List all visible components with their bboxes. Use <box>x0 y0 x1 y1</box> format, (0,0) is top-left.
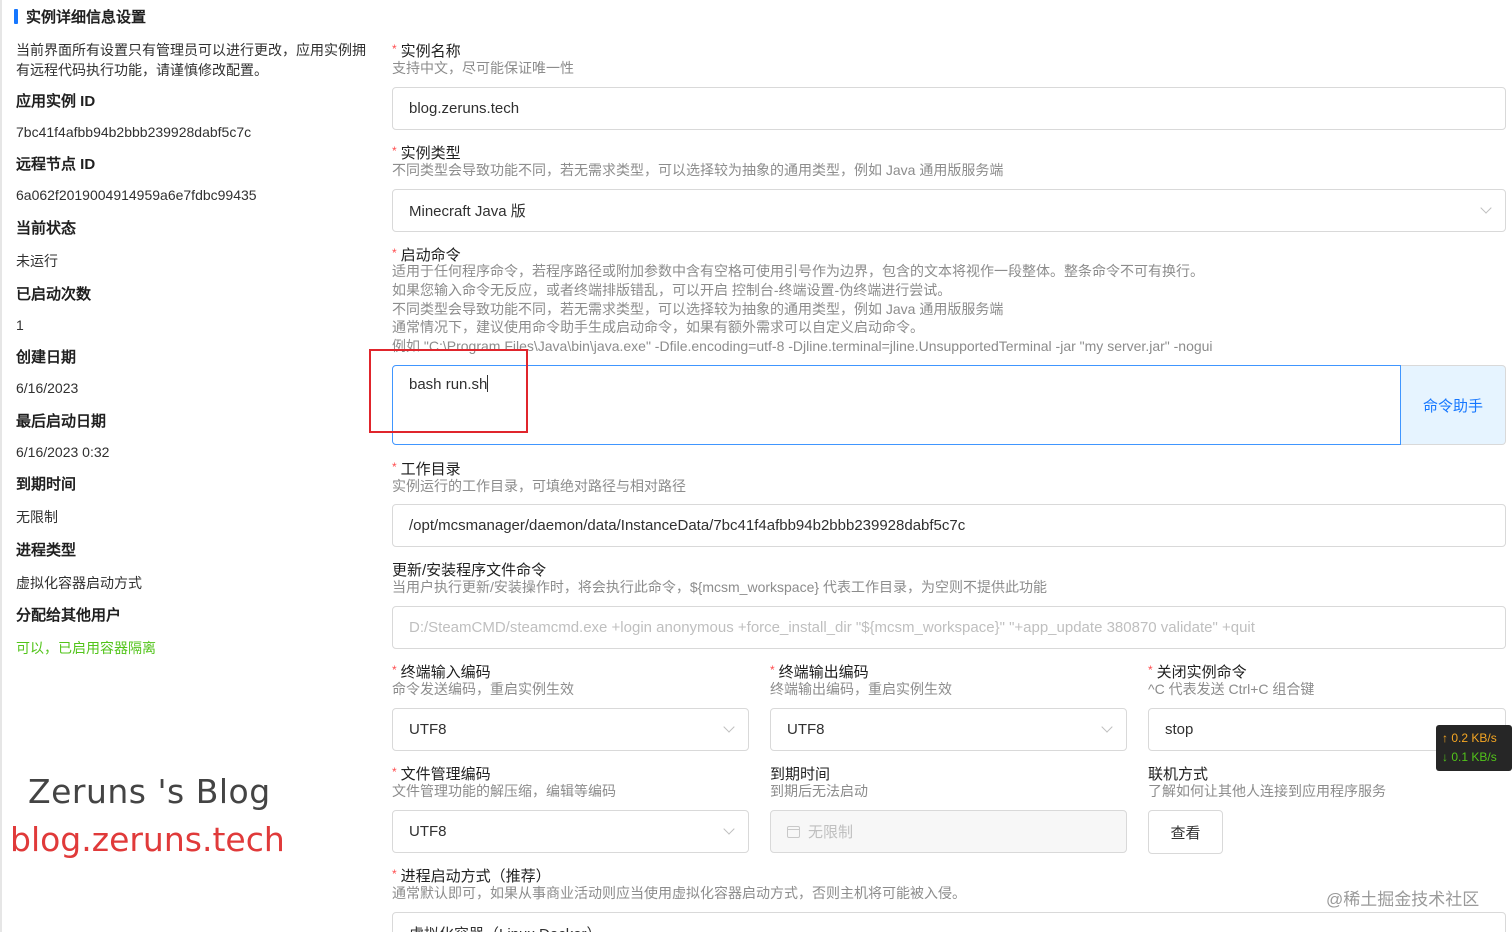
info-status: 当前状态 未运行 <box>16 217 76 271</box>
info-label: 已启动次数 <box>16 286 92 303</box>
info-expire: 到期时间 无限制 <box>16 473 76 527</box>
info-process-type: 进程类型虚拟化容器启动方式 <box>16 539 142 593</box>
process-mode-hint: 通常默认即可，如果从事商业活动则应当使用虚拟化容器启动方式，否则主机将可能被入侵… <box>392 885 966 901</box>
chevron-down-icon <box>724 723 734 733</box>
expire-time-hint: 到期后无法启动 <box>770 783 868 799</box>
process-mode-select[interactable]: 虚拟化容器（Linux Docker） <box>392 912 1506 932</box>
stop-command-hint: ^C 代表发送 Ctrl+C 组合键 <box>1148 681 1315 697</box>
download-speed: ↓ 0.1 KB/s <box>1442 750 1497 764</box>
info-node-id: 远程节点 ID 6a062f2019004914959a6e7fdbc99435 <box>16 153 257 203</box>
update-command-label: 更新/安装程序文件命令 <box>392 562 547 579</box>
info-value: 虚拟化容器启动方式 <box>16 575 142 591</box>
process-mode-label: * 进程启动方式（推荐） <box>392 867 551 885</box>
chevron-down-icon <box>724 825 734 835</box>
input-encoding-hint: 命令发送编码，重启实例生效 <box>392 681 574 697</box>
info-label: 创建日期 <box>16 349 77 366</box>
instance-info-panel: 实例详细信息设置 当前界面所有设置只有管理员可以进行更改，应用实例拥有远程代码执… <box>0 0 370 932</box>
title-accent-bar <box>14 9 18 24</box>
info-value: 6/16/2023 <box>16 380 79 396</box>
chevron-down-icon <box>1481 204 1491 214</box>
info-value: 6a062f2019004914959a6e7fdbc99435 <box>16 187 257 203</box>
instance-name-hint: 支持中文，尽可能保证唯一性 <box>392 60 574 76</box>
start-command-textarea[interactable]: bash run.sh <box>392 365 1401 445</box>
instance-type-hint: 不同类型会导致功能不同，若无需求类型，可以选择较为抽象的通用类型，例如 Java… <box>392 162 1004 178</box>
info-label: 分配给其他用户 <box>16 607 122 624</box>
work-dir-hint: 实例运行的工作目录，可填绝对路径与相对路径 <box>392 478 686 494</box>
intro-text: 当前界面所有设置只有管理员可以进行更改，应用实例拥有远程代码执行功能，请谨慎修改… <box>16 42 366 78</box>
info-created: 创建日期 6/16/2023 <box>16 346 78 396</box>
file-encoding-label: * 文件管理编码 <box>392 765 491 783</box>
chevron-down-icon <box>1102 723 1112 733</box>
info-value: 1 <box>16 317 24 333</box>
instance-name-label: * 实例名称 <box>392 42 461 60</box>
work-dir-label: * 工作目录 <box>392 460 461 478</box>
start-command-hint-1: 适用于任何程序命令，若程序路径或附加参数中含有空格可使用引号作为边界，包含的文本… <box>392 263 1204 279</box>
info-label: 进程类型 <box>16 542 77 559</box>
calendar-icon <box>787 825 800 838</box>
start-command-hint-4: 通常情况下，建议使用命令助手生成启动命令，如果有额外需求可以自定义启动命令。 <box>392 319 924 335</box>
info-value: 可以，已启用容器隔离 <box>16 640 156 656</box>
info-label: 到期时间 <box>16 476 77 493</box>
info-label: 应用实例 ID <box>16 93 96 110</box>
update-command-input[interactable]: D:/SteamCMD/steamcmd.exe +login anonymou… <box>392 606 1506 649</box>
section-title: 实例详细信息设置 <box>14 6 146 27</box>
instance-name-input[interactable]: blog.zeruns.tech <box>392 87 1506 130</box>
instance-type-label: * 实例类型 <box>392 144 461 162</box>
input-encoding-select[interactable]: UTF8 <box>392 708 749 751</box>
footer-watermark: @稀土掘金技术社区 <box>1326 890 1480 909</box>
file-encoding-hint: 文件管理功能的解压缩，编辑等编码 <box>392 783 616 799</box>
highlight-annotation-box <box>369 349 528 433</box>
watermark-blog-url: blog.zeruns.tech <box>10 820 285 859</box>
connect-hint: 了解如何让其他人连接到应用程序服务 <box>1148 783 1386 799</box>
info-value: 7bc41f4afbb94b2bbb239928dabf5c7c <box>16 124 252 140</box>
info-label: 最后启动日期 <box>16 413 107 430</box>
stop-command-label: * 关闭实例命令 <box>1148 663 1247 681</box>
output-encoding-select[interactable]: UTF8 <box>770 708 1127 751</box>
instance-type-select[interactable]: Minecraft Java 版 <box>392 189 1506 232</box>
info-instance-id: 应用实例 ID 7bc41f4afbb94b2bbb239928dabf5c7c <box>16 90 251 140</box>
info-label: 远程节点 ID <box>16 156 96 173</box>
info-value: 6/16/2023 0:32 <box>16 444 110 460</box>
info-value: 未运行 <box>16 253 58 269</box>
expire-time-picker[interactable]: 无限制 <box>770 810 1127 853</box>
info-label: 当前状态 <box>16 220 77 237</box>
connect-label: 联机方式 <box>1148 766 1209 783</box>
update-command-hint: 当用户执行更新/安装操作时，将会执行此命令，${mcsm_workspace} … <box>392 579 1047 595</box>
watermark-blog-name: Zeruns 's Blog <box>28 772 271 811</box>
command-helper-button[interactable]: 命令助手 <box>1401 365 1506 445</box>
output-encoding-hint: 终端输出编码，重启实例生效 <box>770 681 952 697</box>
info-assign: 分配给其他用户可以，已启用容器隔离 <box>16 604 156 658</box>
upload-speed: ↑ 0.2 KB/s <box>1442 731 1497 745</box>
info-value: 无限制 <box>16 509 58 525</box>
info-last-start: 最后启动日期 6/16/2023 0:32 <box>16 410 109 460</box>
input-encoding-label: * 终端输入编码 <box>392 663 491 681</box>
info-start-count: 已启动次数 1 <box>16 283 91 333</box>
network-speed-widget: ↑ 0.2 KB/s ↓ 0.1 KB/s <box>1436 725 1512 771</box>
file-encoding-select[interactable]: UTF8 <box>392 810 749 853</box>
section-title-text: 实例详细信息设置 <box>26 9 147 26</box>
view-connect-button[interactable]: 查看 <box>1148 810 1223 854</box>
start-command-hint-2: 如果您输入命令无反应，或者终端排版错乱，可以开启 控制台-终端设置-伪终端进行尝… <box>392 282 952 298</box>
start-command-hint-3: 不同类型会导致功能不同，若无需求类型，可以选择较为抽象的通用类型，例如 Java… <box>392 301 1004 317</box>
output-encoding-label: * 终端输出编码 <box>770 663 869 681</box>
expire-time-label: 到期时间 <box>770 766 831 783</box>
work-dir-input[interactable]: /opt/mcsmanager/daemon/data/InstanceData… <box>392 504 1506 547</box>
